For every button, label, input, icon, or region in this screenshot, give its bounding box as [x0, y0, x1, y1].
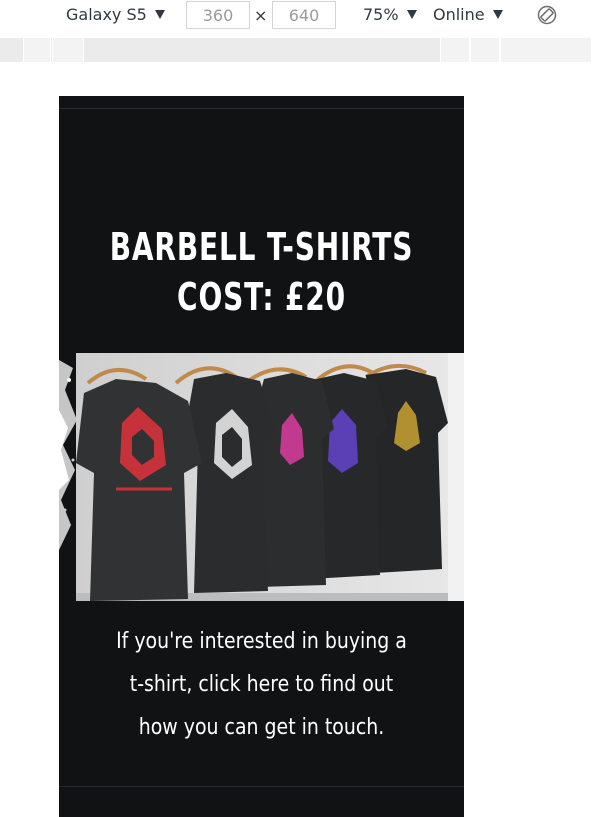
- device-select[interactable]: Galaxy S5: [66, 5, 165, 24]
- caret-down-icon: [154, 10, 165, 19]
- page-title: BARBELL T-SHIRTS COST: £20: [95, 222, 427, 322]
- throttling-select[interactable]: Online: [433, 5, 503, 24]
- caret-down-icon: [406, 10, 417, 19]
- media-query-segment[interactable]: [23, 38, 51, 62]
- media-query-bar[interactable]: [0, 38, 592, 62]
- zoom-value: 75%: [363, 5, 399, 24]
- contact-link-text[interactable]: If you're interested in buying a t-shirt…: [113, 620, 410, 749]
- tshirts-photo: [76, 353, 464, 601]
- dimension-separator: ×: [254, 6, 268, 25]
- caret-down-icon: [492, 10, 503, 19]
- media-query-segment[interactable]: [440, 38, 470, 62]
- device-name: Galaxy S5: [66, 5, 147, 24]
- throttling-value: Online: [433, 5, 485, 24]
- rotate-icon[interactable]: [536, 4, 558, 26]
- width-input[interactable]: [186, 1, 250, 29]
- media-query-segment[interactable]: [470, 38, 500, 62]
- divider: [59, 108, 464, 109]
- device-toolbar: Galaxy S5 × 75% Online: [0, 0, 592, 32]
- headline-line-2: COST: £20: [177, 275, 346, 319]
- media-query-segment[interactable]: [500, 38, 592, 62]
- emulated-viewport: BARBELL T-SHIRTS COST: £20 If you're int…: [59, 96, 464, 817]
- height-input[interactable]: [272, 1, 336, 29]
- media-query-segment[interactable]: [52, 38, 84, 62]
- zoom-select[interactable]: 75%: [363, 5, 417, 24]
- divider: [59, 786, 464, 787]
- tshirts-image: [76, 353, 464, 601]
- headline-line-1: BARBELL T-SHIRTS: [109, 225, 414, 269]
